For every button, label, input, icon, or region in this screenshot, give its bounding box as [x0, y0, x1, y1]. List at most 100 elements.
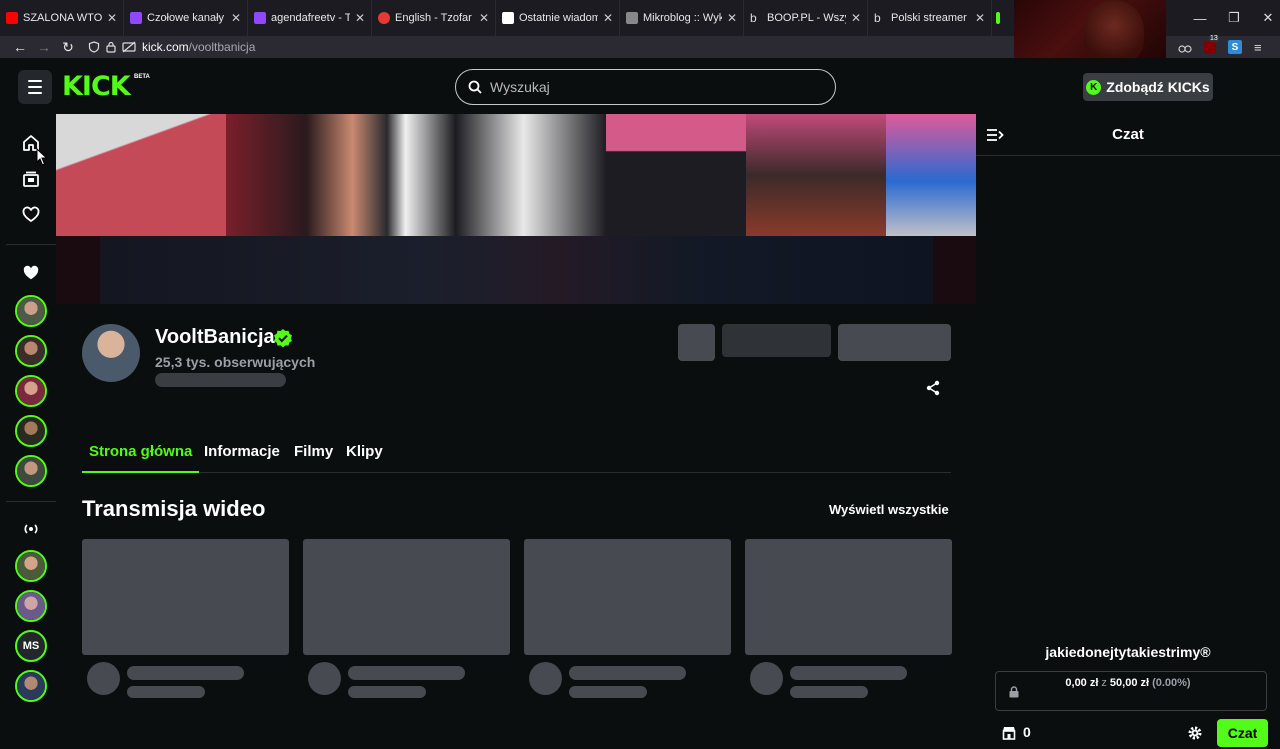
boop-icon: b	[874, 11, 881, 25]
browser-tab[interactable]: Czołowe kanały - Tw✕	[124, 0, 248, 36]
extension-icon[interactable]	[1178, 41, 1192, 53]
goal-progress: 0,00 zł z 50,00 zł (0.00%)	[1018, 675, 1238, 691]
url-bar[interactable]: kick.com/vooltbanicja	[88, 38, 1018, 56]
recommended-channel-avatar[interactable]	[15, 590, 47, 622]
card-meta-placeholder	[569, 686, 647, 698]
browse-icon[interactable]	[18, 166, 44, 192]
following-icon[interactable]	[18, 202, 44, 228]
followed-channel-avatar[interactable]	[15, 415, 47, 447]
followed-channel-avatar[interactable]	[15, 455, 47, 487]
recommended-channel-avatar[interactable]: MS	[15, 630, 47, 662]
goal-current: 0,00 zł	[1065, 677, 1099, 689]
channel-name: VooltBanicja	[155, 326, 275, 348]
channel-avatar[interactable]	[82, 324, 140, 382]
search-input[interactable]	[490, 79, 810, 95]
kicks-balance: 0	[1023, 724, 1031, 740]
browser-tab[interactable]: bBOOP.PL - Wszystko✕	[744, 0, 868, 36]
close-icon[interactable]: ✕	[355, 11, 365, 25]
card-avatar-placeholder	[750, 662, 783, 695]
window-close-button[interactable]: ✕	[1248, 0, 1280, 36]
url-path: /vooltbanicja	[188, 40, 256, 54]
extensions-area: 13 S ≡	[1160, 35, 1280, 58]
menu-button[interactable]	[18, 70, 52, 104]
card-title-placeholder	[790, 666, 907, 680]
lock-icon	[106, 41, 116, 53]
url-host: kick.com	[142, 40, 189, 54]
verified-badge-icon	[274, 329, 292, 348]
close-icon[interactable]: ✕	[975, 11, 985, 25]
sync-icon[interactable]: S	[1228, 40, 1242, 54]
menu-icon[interactable]: ≡	[1254, 40, 1262, 55]
tab-videos[interactable]: Filmy	[287, 438, 340, 473]
send-chat-button[interactable]: Czat	[1217, 719, 1268, 747]
tab-home[interactable]: Strona główna	[82, 438, 200, 473]
video-card-placeholder[interactable]	[303, 539, 510, 655]
video-card-placeholder[interactable]	[82, 539, 289, 655]
card-avatar-placeholder	[529, 662, 562, 695]
subscribe-button-placeholder[interactable]	[722, 324, 831, 357]
kick-page: KICK BETA K Zdobądź KICKs	[0, 58, 1280, 747]
store-icon[interactable]	[1001, 725, 1017, 741]
top-bar: KICK BETA K Zdobądź KICKs	[0, 58, 1280, 114]
close-icon[interactable]: ✕	[851, 11, 861, 25]
gear-icon[interactable]	[1187, 725, 1203, 741]
permissions-icon	[122, 41, 136, 53]
channel-banner	[56, 114, 976, 304]
followed-channel-avatar[interactable]	[15, 335, 47, 367]
back-button[interactable]: ←	[8, 36, 32, 58]
banner-photo	[456, 114, 606, 236]
video-card-placeholder[interactable]	[745, 539, 952, 655]
browser-tab[interactable]: SZALONA WTORKOW✕	[0, 0, 124, 36]
video-card-placeholder[interactable]	[524, 539, 731, 655]
close-icon[interactable]: ✕	[727, 11, 737, 25]
browser-tab[interactable]: English - Tzofar - Re✕	[372, 0, 496, 36]
banner-photo	[56, 114, 226, 236]
notification-button-placeholder[interactable]	[678, 324, 715, 361]
card-avatar-placeholder	[308, 662, 341, 695]
close-icon[interactable]: ✕	[107, 11, 117, 25]
banner-lower-photo	[100, 236, 933, 304]
get-kicks-button[interactable]: K Zdobądź KICKs	[1083, 73, 1213, 101]
goal-separator: z	[1101, 677, 1107, 689]
followed-channel-avatar[interactable]	[15, 295, 47, 327]
mouse-cursor-icon	[36, 148, 48, 166]
share-icon[interactable]	[924, 379, 942, 397]
browser-tab[interactable]: Ostatnie wiadomośc✕	[496, 0, 620, 36]
forward-button[interactable]: →	[32, 36, 56, 58]
twitch-icon	[130, 12, 142, 24]
recommended-channel-avatar[interactable]	[15, 550, 47, 582]
chat-header: Czat	[976, 114, 1280, 156]
browser-tab[interactable]: bPolski streamer Vool✕	[868, 0, 992, 36]
sidebar-divider	[6, 244, 56, 245]
follow-button-placeholder[interactable]	[838, 324, 951, 361]
ublock-icon[interactable]: 13	[1204, 35, 1219, 53]
chat-footer: 0 Czat	[976, 719, 1280, 749]
browser-tab-active[interactable]	[992, 0, 1008, 36]
close-icon[interactable]: ✕	[603, 11, 613, 25]
twitch-icon	[254, 12, 266, 24]
banner-photo	[226, 114, 456, 236]
youtube-icon	[6, 12, 18, 24]
reload-button[interactable]: ↻	[56, 36, 80, 58]
tab-clips[interactable]: Klipy	[339, 438, 390, 473]
shield-icon	[88, 41, 100, 53]
sidebar-divider	[6, 501, 56, 502]
channel-tabs: Strona główna Informacje Filmy Klipy	[82, 438, 951, 473]
card-title-placeholder	[569, 666, 686, 680]
browser-tab[interactable]: Mikroblog :: Wykop.✕	[620, 0, 744, 36]
followed-channel-avatar[interactable]	[15, 375, 47, 407]
see-all-link[interactable]: Wyświetl wszystkie	[829, 502, 949, 517]
search-bar[interactable]	[455, 69, 836, 105]
tab-about[interactable]: Informacje	[197, 438, 287, 473]
recommended-channel-avatar[interactable]	[15, 670, 47, 702]
goal-percent: (0.00%)	[1152, 677, 1191, 689]
ext-badge: 13	[1209, 35, 1219, 42]
kick-logo[interactable]: KICK	[62, 73, 131, 100]
close-icon[interactable]: ✕	[479, 11, 489, 25]
browser-tab[interactable]: agendafreetv - Twitc✕	[248, 0, 372, 36]
card-title-placeholder	[348, 666, 465, 680]
get-kicks-label: Zdobądź KICKs	[1106, 79, 1210, 95]
webcam-face	[1084, 0, 1144, 64]
chat-input-box[interactable]: 0,00 zł z 50,00 zł (0.00%)	[995, 671, 1267, 711]
close-icon[interactable]: ✕	[231, 11, 241, 25]
